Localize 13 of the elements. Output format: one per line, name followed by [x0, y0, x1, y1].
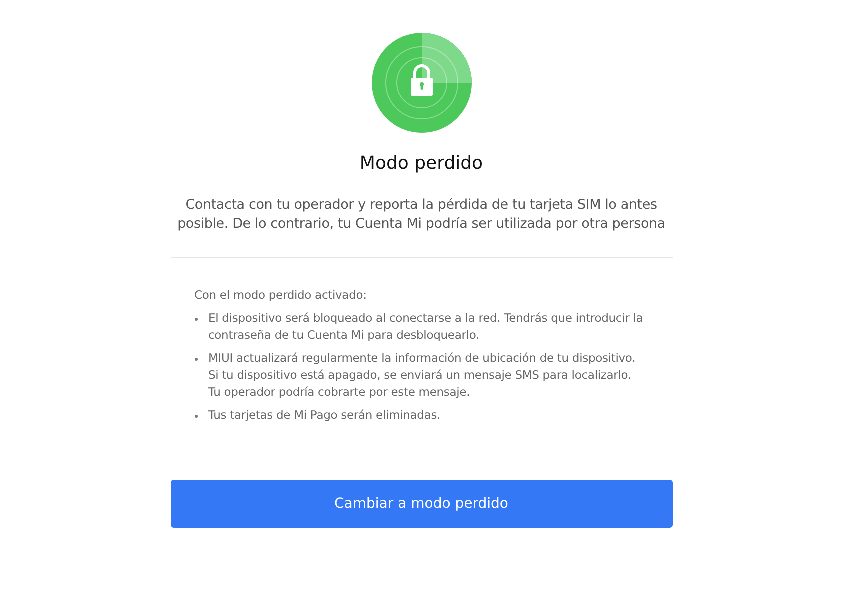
switch-mode-button[interactable]: Cambiar a modo perdido	[170, 480, 672, 528]
info-text: Tu operador podría cobrarte por este mensaje.	[208, 384, 472, 401]
info-text: El dispositivo será bloqueado al conectarse a la red. Tendrás que introducir la contraseña de tu Cuenta Mi para desbloquearlo.	[208, 310, 644, 344]
info-text: Tus tarjetas de Mi Pago serán eliminadas.	[208, 407, 442, 424]
description-text: Contacta con tu operador y reporta la pérdida de tu tarjeta SIM lo antes posible. De lo contrario, tu Cuenta Mi podría ser utilizada por otra persona	[176, 196, 666, 234]
bullet-icon	[194, 318, 198, 321]
bullet-icon	[194, 358, 198, 361]
padlock-icon	[372, 33, 472, 133]
info-heading: Con el modo perdido activado:	[194, 287, 368, 304]
page-title: Modo perdido	[360, 153, 484, 174]
bullet-icon	[194, 415, 198, 418]
info-text: MIUI actualizará regularmente la información de ubicación de tu dispositivo.	[208, 350, 637, 367]
info-text: Si tu dispositivo está apagado, se enviará un mensaje SMS para localizarlo.	[208, 367, 632, 384]
